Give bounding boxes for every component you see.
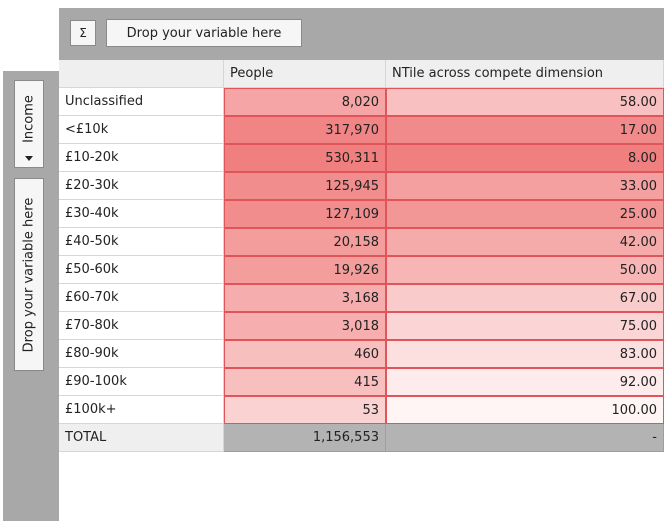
sigma-button[interactable]: Σ [70,20,96,46]
row-label: £30-40k [59,200,224,228]
total-label: TOTAL [59,424,224,452]
row-label: £20-30k [59,172,224,200]
ntile-value: 25.00 [386,200,664,228]
row-label: <£10k [59,116,224,144]
people-value: 317,970 [224,116,386,144]
people-value: 53 [224,396,386,424]
drop-row-variable[interactable]: Drop your variable here [14,178,44,371]
ntile-value: 58.00 [386,88,664,116]
ntile-value: 83.00 [386,340,664,368]
ntile-value: 75.00 [386,312,664,340]
people-value: 3,018 [224,312,386,340]
people-value: 8,020 [224,88,386,116]
people-value: 530,311 [224,144,386,172]
ntile-value: 50.00 [386,256,664,284]
row-label: £70-80k [59,312,224,340]
header-ntile: NTile across compete dimension [386,60,664,88]
pivot-table: People NTile across compete dimension Uncl… [59,60,664,515]
income-variable-button[interactable]: Income [14,80,44,168]
ntile-value: 67.00 [386,284,664,312]
people-value: 3,168 [224,284,386,312]
people-value: 127,109 [224,200,386,228]
row-label: £50-60k [59,256,224,284]
people-value: 20,158 [224,228,386,256]
row-label: £10-20k [59,144,224,172]
row-label: £60-70k [59,284,224,312]
row-label: £40-50k [59,228,224,256]
people-value: 460 [224,340,386,368]
header-corner [59,60,224,88]
people-value: 415 [224,368,386,396]
ntile-value: 92.00 [386,368,664,396]
total-ntile: - [386,424,664,452]
people-value: 125,945 [224,172,386,200]
sort-down-icon[interactable] [25,156,33,161]
row-label: £80-90k [59,340,224,368]
header-people: People [224,60,386,88]
ntile-value: 42.00 [386,228,664,256]
row-label: Unclassified [59,88,224,116]
row-label: £90-100k [59,368,224,396]
income-label: Income [21,94,37,143]
ntile-value: 33.00 [386,172,664,200]
ntile-value: 8.00 [386,144,664,172]
drop-column-variable[interactable]: Drop your variable here [106,19,302,47]
ntile-value: 17.00 [386,116,664,144]
drop-row-label: Drop your variable here [21,197,37,352]
ntile-value: 100.00 [386,396,664,424]
total-people: 1,156,553 [224,424,386,452]
row-label: £100k+ [59,396,224,424]
people-value: 19,926 [224,256,386,284]
